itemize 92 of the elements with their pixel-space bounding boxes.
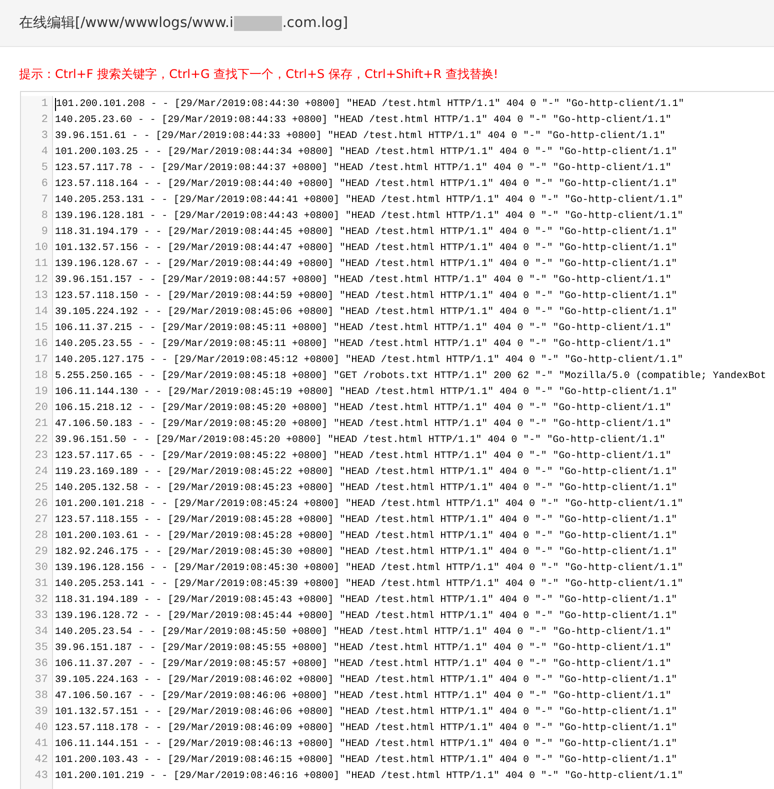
- redaction-block: [234, 16, 282, 30]
- line-number: 6: [40, 177, 49, 192]
- line-number: 15: [34, 321, 49, 336]
- line-number: 7: [40, 193, 49, 208]
- line-number: 5: [40, 161, 49, 176]
- line-number: 33: [34, 609, 49, 624]
- line-number: 21: [34, 417, 49, 432]
- line-number: 39: [34, 705, 49, 720]
- line-number: 41: [34, 737, 49, 752]
- line-number: 10: [34, 241, 49, 256]
- line-number: 8: [40, 209, 49, 224]
- line-number: 16: [34, 337, 49, 352]
- code-line: 140.205.23.55 - - [29/Mar/2019:08:45:11 +0800] "HEAD /test.html HTTP/1.1" 404 0 "-" "Go-http-client/1.1": [55, 337, 672, 351]
- line-number: 23: [34, 449, 49, 464]
- code-line: 106.15.218.12 - - [29/Mar/2019:08:45:20 +0800] "HEAD /test.html HTTP/1.1" 404 0 "-" "Go-http-client/1.1": [55, 401, 672, 415]
- line-number: 42: [34, 753, 49, 768]
- line-number: 25: [34, 481, 49, 496]
- code-line: 140.205.23.54 - - [29/Mar/2019:08:45:50 +0800] "HEAD /test.html HTTP/1.1" 404 0 "-" "Go-http-client/1.1": [55, 625, 672, 639]
- line-number: 29: [34, 545, 49, 560]
- line-number: 36: [34, 657, 49, 672]
- code-line: 101.200.101.218 - - [29/Mar/2019:08:45:24 +0800] "HEAD /test.html HTTP/1.1" 404 0 "-" "Go-http-client/1.1": [55, 497, 684, 511]
- line-number: 26: [34, 497, 49, 512]
- line-number: 17: [34, 353, 49, 368]
- text-cursor: [55, 98, 56, 110]
- line-number: 32: [34, 593, 49, 608]
- code-line: 140.205.253.141 - - [29/Mar/2019:08:45:39 +0800] "HEAD /test.html HTTP/1.1" 404 0 "-" "Go-http-client/1.1": [55, 577, 684, 591]
- code-line: 39.96.151.187 - - [29/Mar/2019:08:45:55 +0800] "HEAD /test.html HTTP/1.1" 404 0 "-" "Go-http-client/1.1": [55, 641, 672, 655]
- line-number: 19: [34, 385, 49, 400]
- line-number: 40: [34, 721, 49, 736]
- code-line: 139.196.128.156 - - [29/Mar/2019:08:45:30 +0800] "HEAD /test.html HTTP/1.1" 404 0 "-" "Go-http-client/1.1": [55, 561, 684, 575]
- line-number: 38: [34, 689, 49, 704]
- code-line: 139.196.128.181 - - [29/Mar/2019:08:44:43 +0800] "HEAD /test.html HTTP/1.1" 404 0 "-" "Go-http-client/1.1": [55, 209, 684, 223]
- code-line: 39.105.224.192 - - [29/Mar/2019:08:45:06 +0800] "HEAD /test.html HTTP/1.1" 404 0 "-" "Go-http-client/1.1": [55, 305, 678, 319]
- code-line: 39.96.151.61 - - [29/Mar/2019:08:44:33 +0800] "HEAD /test.html HTTP/1.1" 404 0 "-" "Go-http-client/1.1": [55, 129, 666, 143]
- line-number: 4: [40, 145, 49, 160]
- line-number: 31: [34, 577, 49, 592]
- code-line: 5.255.250.165 - - [29/Mar/2019:08:45:18 +0800] "GET /robots.txt HTTP/1.1" 200 62 "-" "Mozilla/5.0 (compatible; YandexBot: [55, 369, 766, 383]
- code-line: 39.96.151.157 - - [29/Mar/2019:08:44:57 +0800] "HEAD /test.html HTTP/1.1" 404 0 "-" "Go-http-client/1.1": [55, 273, 672, 287]
- line-number: 28: [34, 529, 49, 544]
- line-number: 30: [34, 561, 49, 576]
- code-line: 101.200.103.25 - - [29/Mar/2019:08:44:34 +0800] "HEAD /test.html HTTP/1.1" 404 0 "-" "Go-http-client/1.1": [55, 145, 678, 159]
- code-line: 106.11.37.215 - - [29/Mar/2019:08:45:11 +0800] "HEAD /test.html HTTP/1.1" 404 0 "-" "Go-http-client/1.1": [55, 321, 672, 335]
- code-line: 140.205.132.58 - - [29/Mar/2019:08:45:23 +0800] "HEAD /test.html HTTP/1.1" 404 0 "-" "Go-http-client/1.1": [55, 481, 678, 495]
- code-line: 106.11.144.130 - - [29/Mar/2019:08:45:19 +0800] "HEAD /test.html HTTP/1.1" 404 0 "-" "Go-http-client/1.1": [55, 385, 678, 399]
- line-number: 3: [40, 129, 49, 144]
- line-number: 9: [40, 225, 49, 240]
- code-line: 140.205.23.60 - - [29/Mar/2019:08:44:33 +0800] "HEAD /test.html HTTP/1.1" 404 0 "-" "Go-http-client/1.1": [55, 113, 672, 127]
- line-number: 27: [34, 513, 49, 528]
- code-line: 123.57.117.65 - - [29/Mar/2019:08:45:22 +0800] "HEAD /test.html HTTP/1.1" 404 0 "-" "Go-http-client/1.1": [55, 449, 672, 463]
- code-line: 123.57.118.164 - - [29/Mar/2019:08:44:40 +0800] "HEAD /test.html HTTP/1.1" 404 0 "-" "Go-http-client/1.1": [55, 177, 678, 191]
- code-line: 39.96.151.50 - - [29/Mar/2019:08:45:20 +0800] "HEAD /test.html HTTP/1.1" 404 0 "-" "Go-http-client/1.1": [55, 433, 666, 447]
- line-number: 18: [34, 369, 49, 384]
- line-number: 35: [34, 641, 49, 656]
- code-line: 47.106.50.183 - - [29/Mar/2019:08:45:20 +0800] "HEAD /test.html HTTP/1.1" 404 0 "-" "Go-http-client/1.1": [55, 417, 672, 431]
- code-line: 47.106.50.167 - - [29/Mar/2019:08:46:06 +0800] "HEAD /test.html HTTP/1.1" 404 0 "-" "Go-http-client/1.1": [55, 689, 672, 703]
- code-line: 123.57.118.155 - - [29/Mar/2019:08:45:28 +0800] "HEAD /test.html HTTP/1.1" 404 0 "-" "Go-http-client/1.1": [55, 513, 678, 527]
- code-line: 140.205.253.131 - - [29/Mar/2019:08:44:41 +0800] "HEAD /test.html HTTP/1.1" 404 0 "-" "Go-http-client/1.1": [55, 193, 684, 207]
- code-line: 182.92.246.175 - - [29/Mar/2019:08:45:30 +0800] "HEAD /test.html HTTP/1.1" 404 0 "-" "Go-http-client/1.1": [55, 545, 678, 559]
- window-title: .com.log]: [282, 15, 348, 31]
- line-number: 24: [34, 465, 49, 480]
- code-line: 101.200.103.43 - - [29/Mar/2019:08:46:15 +0800] "HEAD /test.html HTTP/1.1" 404 0 "-" "Go-http-client/1.1": [55, 753, 678, 767]
- line-number: 2: [40, 113, 49, 128]
- code-line: 101.132.57.151 - - [29/Mar/2019:08:46:06 +0800] "HEAD /test.html HTTP/1.1" 404 0 "-" "Go-http-client/1.1": [55, 705, 678, 719]
- code-line: 101.132.57.156 - - [29/Mar/2019:08:44:47 +0800] "HEAD /test.html HTTP/1.1" 404 0 "-" "Go-http-client/1.1": [55, 241, 678, 255]
- line-number: 12: [34, 273, 49, 288]
- code-line: 39.105.224.163 - - [29/Mar/2019:08:46:02 +0800] "HEAD /test.html HTTP/1.1" 404 0 "-" "Go-http-client/1.1": [55, 673, 678, 687]
- code-line: 106.11.144.151 - - [29/Mar/2019:08:46:13 +0800] "HEAD /test.html HTTP/1.1" 404 0 "-" "Go-http-client/1.1": [55, 737, 678, 751]
- code-line: 140.205.127.175 - - [29/Mar/2019:08:45:12 +0800] "HEAD /test.html HTTP/1.1" 404 0 "-" "Go-http-client/1.1": [55, 353, 684, 367]
- code-editor[interactable]: [20, 91, 774, 789]
- line-number: 37: [34, 673, 49, 688]
- code-line: 119.23.169.189 - - [29/Mar/2019:08:45:22 +0800] "HEAD /test.html HTTP/1.1" 404 0 "-" "Go-http-client/1.1": [55, 465, 678, 479]
- code-line: 101.200.101.208 - - [29/Mar/2019:08:44:30 +0800] "HEAD /test.html HTTP/1.1" 404 0 "-" "Go-http-client/1.1": [56, 97, 684, 111]
- hint-text: 提示：Ctrl+F 搜索关键字，Ctrl+G 查找下一个，Ctrl+S 保存，Ctrl+Shift+R 查找替换!: [18, 66, 500, 83]
- code-line: 139.196.128.72 - - [29/Mar/2019:08:45:44 +0800] "HEAD /test.html HTTP/1.1" 404 0 "-" "Go-http-client/1.1": [55, 609, 678, 623]
- line-number: 34: [34, 625, 49, 640]
- line-number: 11: [34, 257, 49, 272]
- line-number: 22: [34, 433, 49, 448]
- code-line: 123.57.118.178 - - [29/Mar/2019:08:46:09 +0800] "HEAD /test.html HTTP/1.1" 404 0 "-" "Go-http-client/1.1": [55, 721, 678, 735]
- code-line: 123.57.117.78 - - [29/Mar/2019:08:44:37 +0800] "HEAD /test.html HTTP/1.1" 404 0 "-" "Go-http-client/1.1": [55, 161, 672, 175]
- code-line: 123.57.118.150 - - [29/Mar/2019:08:44:59 +0800] "HEAD /test.html HTTP/1.1" 404 0 "-" "Go-http-client/1.1": [55, 289, 678, 303]
- code-line: 118.31.194.189 - - [29/Mar/2019:08:45:43 +0800] "HEAD /test.html HTTP/1.1" 404 0 "-" "Go-http-client/1.1": [55, 593, 678, 607]
- code-line: 106.11.37.207 - - [29/Mar/2019:08:45:57 +0800] "HEAD /test.html HTTP/1.1" 404 0 "-" "Go-http-client/1.1": [55, 657, 672, 671]
- code-line: 139.196.128.67 - - [29/Mar/2019:08:44:49 +0800] "HEAD /test.html HTTP/1.1" 404 0 "-" "Go-http-client/1.1": [55, 257, 678, 271]
- line-number: 43: [34, 769, 49, 784]
- line-number: 13: [34, 289, 49, 304]
- code-line: 101.200.103.61 - - [29/Mar/2019:08:45:28 +0800] "HEAD /test.html HTTP/1.1" 404 0 "-" "Go-http-client/1.1": [55, 529, 678, 543]
- code-line: 101.200.101.219 - - [29/Mar/2019:08:46:16 +0800] "HEAD /test.html HTTP/1.1" 404 0 "-" "Go-http-client/1.1": [55, 769, 684, 783]
- window-title: 在线编辑[/www/wwwlogs/www.i: [19, 14, 234, 32]
- code-line: 118.31.194.179 - - [29/Mar/2019:08:44:45 +0800] "HEAD /test.html HTTP/1.1" 404 0 "-" "Go-http-client/1.1": [55, 225, 678, 239]
- line-number: 20: [34, 401, 49, 416]
- line-number: 1: [40, 97, 49, 112]
- line-number: 14: [34, 305, 49, 320]
